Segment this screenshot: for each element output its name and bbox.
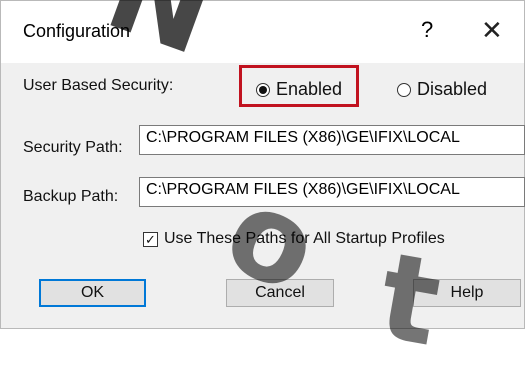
user-based-security-label: User Based Security: — [23, 77, 174, 94]
ok-button[interactable]: OK — [39, 279, 146, 307]
use-paths-label: Use These Paths for All Startup Profiles — [164, 230, 445, 247]
checkmark-icon: ✓ — [143, 231, 158, 247]
configuration-dialog: Configuration ? ✕ User Based Security: E… — [0, 0, 525, 374]
help-button[interactable]: Help — [413, 279, 521, 307]
use-paths-checkbox[interactable]: ✓ Use These Paths for All Startup Profil… — [143, 230, 445, 248]
radio-unselected-icon — [397, 82, 411, 97]
radio-selected-icon — [256, 82, 270, 97]
enabled-radio[interactable]: Enabled — [256, 79, 342, 100]
disabled-radio[interactable]: Disabled — [397, 79, 487, 100]
window-title: Configuration — [23, 21, 131, 41]
title-bar: Configuration ? ✕ — [1, 1, 524, 63]
close-icon[interactable]: ✕ — [481, 15, 503, 46]
cancel-button[interactable]: Cancel — [226, 279, 334, 307]
disabled-radio-label: Disabled — [417, 79, 488, 99]
backup-path-field[interactable]: C:\PROGRAM FILES (X86)\GE\IFIX\LOCAL — [139, 177, 525, 207]
help-title-button[interactable]: ? — [421, 17, 433, 43]
backup-path-label: Backup Path: — [23, 188, 119, 205]
security-path-field[interactable]: C:\PROGRAM FILES (X86)\GE\IFIX\LOCAL — [139, 125, 525, 155]
security-path-label: Security Path: — [23, 139, 123, 156]
enabled-radio-label: Enabled — [276, 79, 343, 99]
